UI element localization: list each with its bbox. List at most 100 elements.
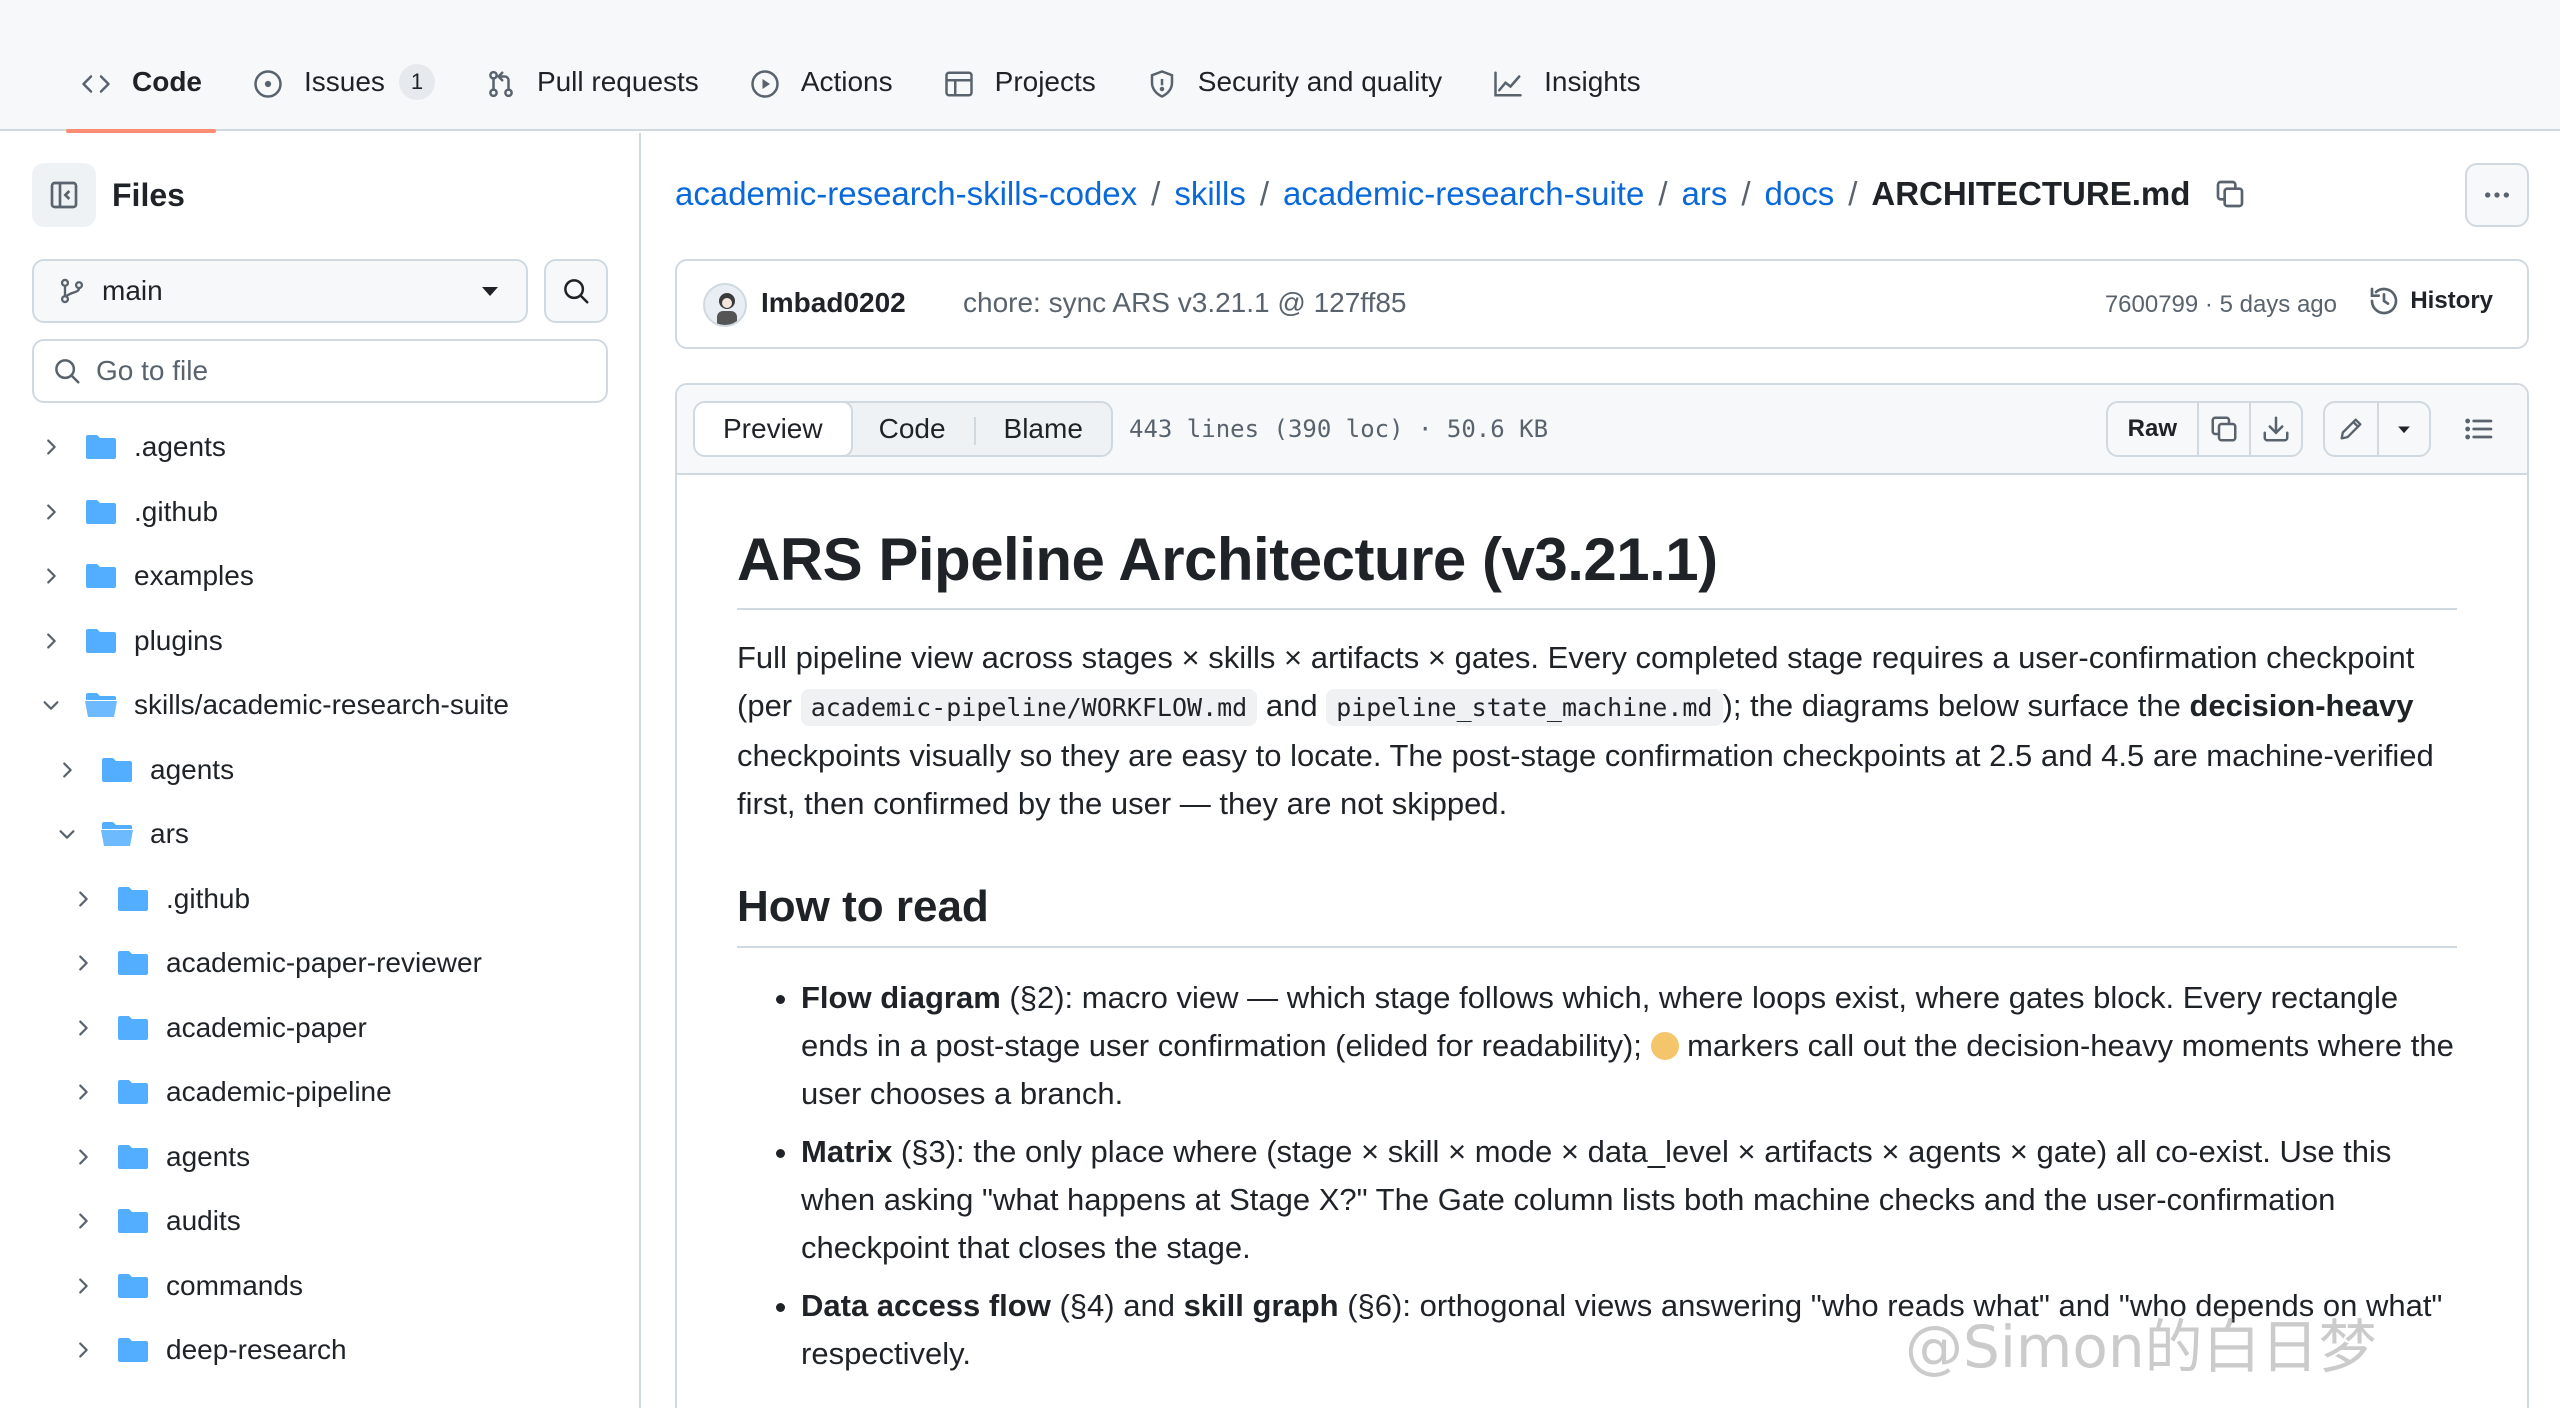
- tree-item-skills-academic-research-suite[interactable]: skills/academic-research-suite: [36, 673, 509, 737]
- play-icon: [747, 66, 783, 102]
- chevron-right-icon[interactable]: [68, 1206, 98, 1236]
- tree-item-academic-paper-reviewer[interactable]: academic-paper-reviewer: [68, 931, 482, 995]
- tree-item-agents[interactable]: agents: [68, 1125, 250, 1189]
- tree-item-github[interactable]: .github: [36, 480, 218, 544]
- list-item-text: (§3): the only place where (stage × skil…: [801, 1134, 2392, 1265]
- tab-label: Insights: [1544, 66, 1641, 97]
- copy-raw-button[interactable]: [2197, 403, 2249, 455]
- folder-icon: [116, 949, 150, 977]
- copy-path-button[interactable]: [2214, 178, 2246, 210]
- preview-tab[interactable]: Preview: [694, 403, 853, 455]
- commit-message-link[interactable]: chore: sync ARS v3.21.1 @ 127ff85: [963, 287, 1407, 319]
- breadcrumb-repo-link[interactable]: academic-research-skills-codex: [675, 175, 1137, 213]
- tree-item-agents[interactable]: .agents: [36, 415, 226, 479]
- search-icon: [52, 356, 82, 393]
- branch-selector[interactable]: main: [32, 259, 528, 323]
- commit-sha-date[interactable]: 7600799 · 5 days ago: [2105, 291, 2337, 319]
- tab-issues[interactable]: Issues 1: [232, 52, 455, 131]
- folder-icon: [116, 1143, 150, 1171]
- chevron-right-icon[interactable]: [68, 948, 98, 978]
- tab-projects[interactable]: Projects: [923, 52, 1116, 131]
- file-actions: Raw: [2086, 401, 2507, 457]
- doc-title: ARS Pipeline Architecture (v3.21.1): [737, 525, 2457, 610]
- chevron-right-icon[interactable]: [36, 561, 66, 591]
- chevron-right-icon[interactable]: [68, 1077, 98, 1107]
- code-view-tab[interactable]: Code: [851, 403, 974, 455]
- tree-item-ars[interactable]: ars: [52, 802, 189, 866]
- tab-label: Issues: [304, 66, 385, 97]
- list-item-bold: Flow diagram: [801, 980, 1001, 1015]
- tree-item-academic-paper[interactable]: academic-paper: [68, 996, 367, 1060]
- tree-item-label: audits: [166, 1205, 241, 1236]
- triangle-down-icon: [2398, 426, 2410, 434]
- tree-item-label: commands: [166, 1269, 303, 1301]
- chevron-down-icon[interactable]: [36, 690, 66, 720]
- breadcrumb-suite-link[interactable]: academic-research-suite: [1283, 175, 1644, 213]
- tab-label: Pull requests: [536, 66, 699, 97]
- more-options-button[interactable]: [2465, 163, 2529, 227]
- tree-item-label: academic-paper-reviewer: [166, 947, 482, 978]
- outline-button[interactable]: [2451, 401, 2507, 457]
- download-button[interactable]: [2249, 403, 2301, 455]
- chevron-right-icon[interactable]: [36, 497, 66, 527]
- commit-author-link[interactable]: Imbad0202: [761, 287, 906, 319]
- tab-label: Code: [132, 66, 202, 97]
- avatar[interactable]: [703, 283, 747, 327]
- tab-actions[interactable]: Actions: [729, 52, 913, 131]
- tab-code[interactable]: Code: [60, 52, 222, 133]
- blame-tab[interactable]: Blame: [976, 403, 1111, 455]
- tree-item-label: agents: [150, 753, 235, 785]
- tree-item-examples[interactable]: examples: [36, 544, 254, 608]
- folder-icon: [116, 1078, 150, 1106]
- tree-item-label: .github: [134, 495, 219, 527]
- tree-item-label: skills/academic-research-suite: [134, 689, 510, 720]
- tree-item-academic-pipeline[interactable]: academic-pipeline: [68, 1060, 392, 1124]
- chevron-right-icon[interactable]: [68, 1013, 98, 1043]
- tree-item-agents[interactable]: agents: [52, 738, 234, 802]
- folder-icon: [116, 1207, 150, 1235]
- branch-name: main: [102, 275, 163, 306]
- file-view: academic-research-skills-codex / skills …: [643, 133, 2560, 1408]
- tree-item-commands[interactable]: commands: [68, 1254, 303, 1318]
- go-to-file-placeholder: Go to file: [96, 355, 209, 386]
- chevron-down-icon[interactable]: [52, 819, 82, 849]
- markdown-body: ARS Pipeline Architecture (v3.21.1) Full…: [737, 525, 2457, 1388]
- chevron-right-icon[interactable]: [36, 432, 66, 462]
- chevron-right-icon[interactable]: [68, 1335, 98, 1365]
- breadcrumb-skills-link[interactable]: skills: [1174, 175, 1246, 213]
- git-pull-request-icon: [483, 66, 519, 102]
- chevron-right-icon[interactable]: [68, 1142, 98, 1172]
- tab-security[interactable]: Security and quality: [1126, 52, 1462, 131]
- view-switcher: Preview Code Blame: [693, 401, 1113, 457]
- search-files-button[interactable]: [544, 259, 608, 323]
- raw-copy-download-group: Raw: [2105, 401, 2303, 457]
- go-to-file-input[interactable]: Go to file: [32, 339, 608, 403]
- edit-options-button[interactable]: [2377, 403, 2429, 455]
- breadcrumb-separator: /: [1259, 175, 1269, 212]
- breadcrumb-ars-link[interactable]: ars: [1681, 175, 1727, 213]
- tree-item-label: .agents: [134, 431, 226, 462]
- tree-item-deep-research[interactable]: deep-research: [68, 1318, 347, 1382]
- breadcrumb: academic-research-skills-codex / skills …: [675, 175, 2246, 213]
- edit-file-button[interactable]: [2325, 403, 2377, 455]
- tree-item-github[interactable]: .github: [68, 867, 250, 931]
- tree-item-plugins[interactable]: plugins: [36, 609, 223, 673]
- intro-bold: decision-heavy: [2189, 688, 2414, 723]
- list-item: Matrix (§3): the only place where (stage…: [801, 1128, 2457, 1272]
- chevron-right-icon[interactable]: [68, 1271, 98, 1301]
- chevron-right-icon[interactable]: [52, 755, 82, 785]
- history-button[interactable]: History: [2368, 285, 2493, 317]
- raw-button[interactable]: Raw: [2108, 403, 2197, 455]
- repo-nav: Code Issues 1 Pull requests Actions Proj…: [0, 0, 2560, 133]
- tree-item-label: ars: [150, 818, 189, 849]
- chevron-right-icon[interactable]: [68, 884, 98, 914]
- files-title: Files: [112, 176, 185, 213]
- chevron-right-icon[interactable]: [36, 626, 66, 656]
- tree-item-audits[interactable]: audits: [68, 1189, 241, 1253]
- tab-pull-requests[interactable]: Pull requests: [465, 52, 719, 131]
- inline-code-workflow: academic-pipeline/WORKFLOW.md: [800, 689, 1258, 726]
- breadcrumb-docs-link[interactable]: docs: [1765, 175, 1835, 213]
- tab-insights[interactable]: Insights: [1472, 52, 1661, 131]
- collapse-sidebar-button[interactable]: [32, 163, 96, 227]
- tree-item-label: deep-research: [166, 1334, 347, 1365]
